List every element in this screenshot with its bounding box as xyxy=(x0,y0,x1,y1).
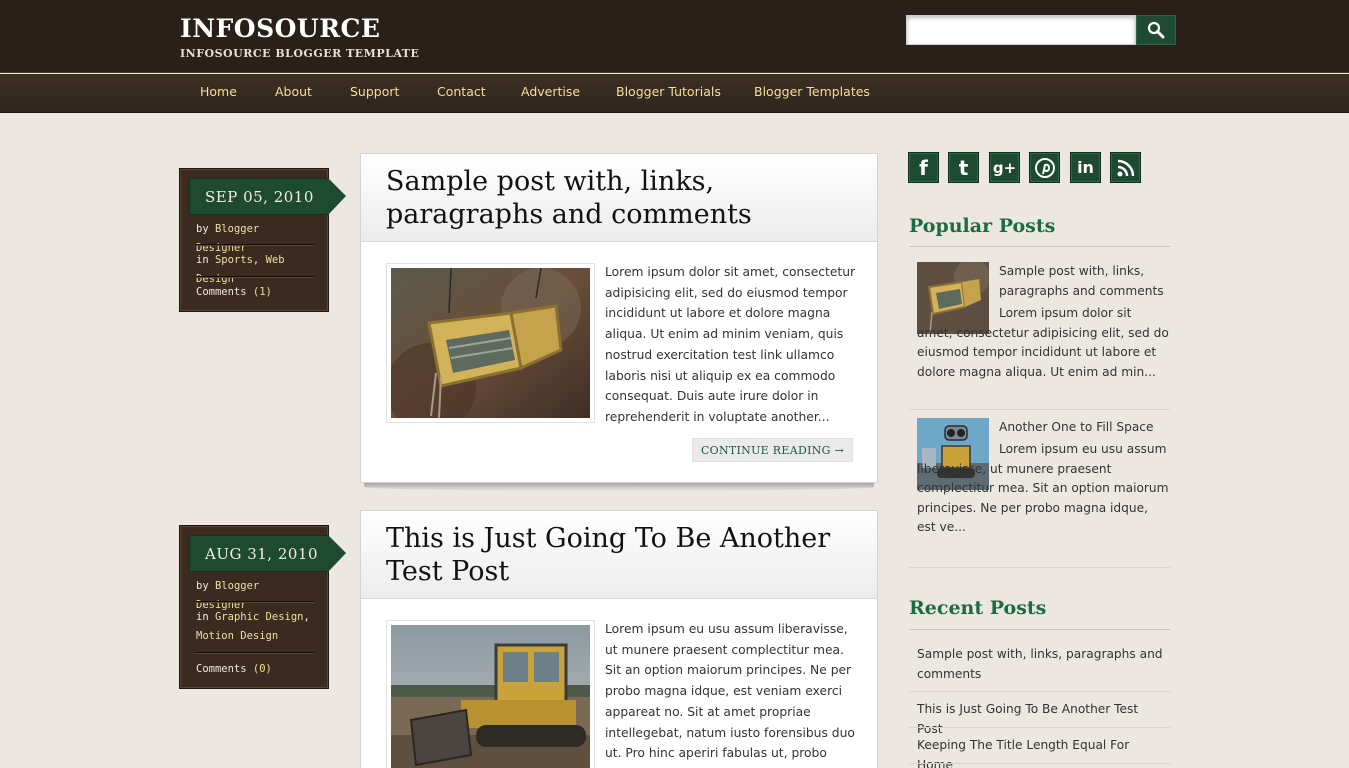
post-date-badge: SEP 05, 2010 xyxy=(189,178,329,215)
post-comments-line: Comments (0) xyxy=(196,660,314,679)
post-card: Sample post with, links, paragraphs and … xyxy=(360,153,878,483)
main-nav: Home About Support Contact Advertise Blo… xyxy=(0,74,1349,113)
search-button[interactable] xyxy=(1136,15,1176,45)
recent-post-link[interactable]: This is Just Going To Be Another Test Po… xyxy=(917,699,1167,739)
comments-count-link[interactable]: (1) xyxy=(253,286,272,298)
site-title[interactable]: INFOSOURCE xyxy=(180,14,380,43)
continue-reading-button[interactable]: CONTINUE READING → xyxy=(692,438,853,462)
comments-label: Comments xyxy=(196,286,247,298)
rss-glyph xyxy=(1117,159,1134,176)
meta-divider xyxy=(196,601,314,603)
recent-post-link[interactable]: Sample post with, links, paragraphs and … xyxy=(917,644,1167,684)
search-icon xyxy=(1147,21,1165,39)
nav-item-home[interactable]: Home xyxy=(200,84,237,99)
pinterest-glyph xyxy=(1034,157,1055,178)
widget-divider xyxy=(909,763,1170,764)
widget-divider xyxy=(909,246,1170,247)
post-meta-box: SEP 05, 2010 by Blogger Designer in Spor… xyxy=(179,168,346,312)
nav-item-support[interactable]: Support xyxy=(350,84,399,99)
twitter-icon[interactable]: t xyxy=(948,152,979,183)
date-arrow xyxy=(328,535,346,572)
nav-item-blogger-templates[interactable]: Blogger Templates xyxy=(754,84,870,99)
swing-image xyxy=(386,267,590,433)
meta-divider xyxy=(196,276,314,278)
linkedin-icon[interactable]: in xyxy=(1070,152,1101,183)
post-meta-box: AUG 31, 2010 by Blogger Designer in Grap… xyxy=(179,525,346,689)
post-thumbnail[interactable] xyxy=(386,263,595,433)
popular-post-title[interactable]: Sample post with, links, paragraphs and … xyxy=(999,264,1164,298)
facebook-icon[interactable]: f xyxy=(908,152,939,183)
popular-post-snippet: Lorem ipsum eu usu assum liberavisse, ut… xyxy=(917,442,1169,534)
recent-posts-title: Recent Posts xyxy=(909,597,1047,619)
widget-divider xyxy=(909,691,1170,692)
site-subtitle: INFOSOURCE BLOGGER TEMPLATE xyxy=(180,47,420,60)
in-prefix: in xyxy=(196,611,209,623)
category-separator: , xyxy=(303,611,310,623)
google-plus-icon[interactable]: g+ xyxy=(989,152,1020,183)
meta-divider xyxy=(196,652,314,654)
rss-icon[interactable] xyxy=(1110,152,1141,183)
google-plus-glyph: g+ xyxy=(992,158,1017,177)
nav-item-blogger-tutorials[interactable]: Blogger Tutorials xyxy=(616,84,721,99)
category-link-graphic-design[interactable]: Graphic Design xyxy=(215,611,304,623)
popular-post-item: Sample post with, links, paragraphs and … xyxy=(917,262,1169,302)
post-header: Sample post with, links, paragraphs and … xyxy=(361,154,877,242)
nav-item-about[interactable]: About xyxy=(275,84,312,99)
category-separator: , xyxy=(252,254,260,266)
post-card: This is Just Going To Be Another Test Po… xyxy=(360,510,878,768)
post-categories-line: in Graphic Design, Motion Design xyxy=(196,608,314,646)
by-prefix: by xyxy=(196,223,209,235)
site-header: INFOSOURCE INFOSOURCE BLOGGER TEMPLATE xyxy=(0,0,1349,73)
popular-post-title[interactable]: Another One to Fill Space xyxy=(999,420,1154,434)
post-title[interactable]: This is Just Going To Be Another Test Po… xyxy=(386,522,866,588)
post-thumbnail[interactable] xyxy=(386,620,595,768)
twitter-glyph: t xyxy=(958,155,969,180)
widget-divider xyxy=(909,727,1170,728)
search-input[interactable] xyxy=(906,15,1136,45)
popular-posts-title: Popular Posts xyxy=(909,215,1056,237)
nav-item-advertise[interactable]: Advertise xyxy=(521,84,580,99)
popular-post-snippet: Lorem ipsum dolor sit amet, consectetur … xyxy=(917,306,1169,379)
post-comments-line: Comments (1) xyxy=(196,283,314,302)
date-arrow xyxy=(328,178,346,215)
post-header: This is Just Going To Be Another Test Po… xyxy=(361,511,877,599)
nav-item-contact[interactable]: Contact xyxy=(437,84,486,99)
comments-count-link[interactable]: (0) xyxy=(253,663,272,675)
category-link-sports[interactable]: Sports xyxy=(215,254,253,266)
linkedin-glyph: in xyxy=(1077,158,1094,177)
widget-divider xyxy=(909,629,1170,630)
comments-label: Comments xyxy=(196,663,247,675)
post-excerpt: Lorem ipsum eu usu assum liberavisse, ut… xyxy=(605,622,855,768)
bulldozer-image xyxy=(391,625,590,768)
post-excerpt: Lorem ipsum dolor sit amet, consectetur … xyxy=(605,265,856,424)
pinterest-icon[interactable] xyxy=(1029,152,1060,183)
facebook-glyph: f xyxy=(919,155,928,180)
by-prefix: by xyxy=(196,580,209,592)
meta-divider xyxy=(196,244,314,246)
in-prefix: in xyxy=(196,254,209,266)
post-date-badge: AUG 31, 2010 xyxy=(189,535,329,572)
popular-post-item: Another One to Fill Space xyxy=(917,418,1169,438)
widget-divider xyxy=(909,567,1170,568)
category-link-motion-design[interactable]: Motion Design xyxy=(196,630,278,642)
card-shadow xyxy=(364,483,874,491)
widget-divider xyxy=(909,409,1170,410)
post-title[interactable]: Sample post with, links, paragraphs and … xyxy=(386,165,866,231)
